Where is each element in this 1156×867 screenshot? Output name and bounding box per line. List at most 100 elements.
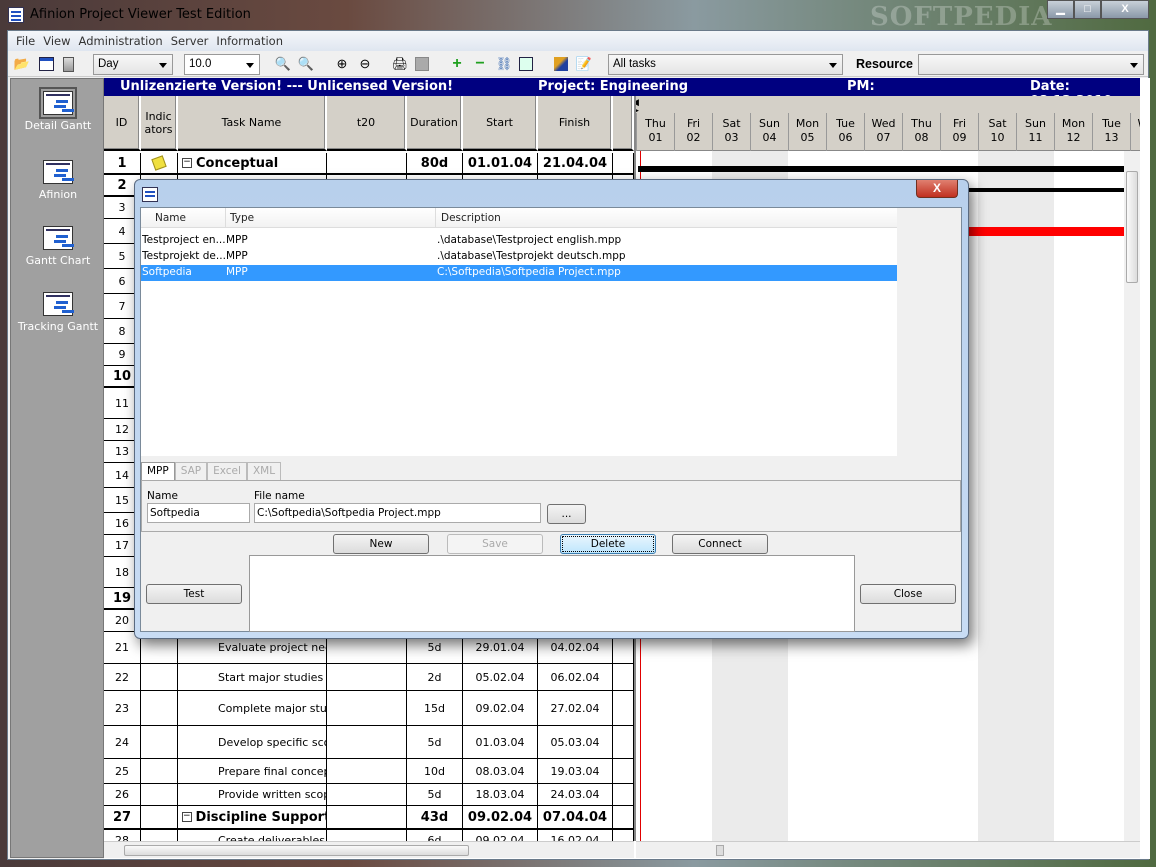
cell-name: Complete major studies	[178, 691, 327, 725]
zoom-in-time-icon[interactable]: ⊕	[333, 55, 351, 73]
test-button[interactable]: Test	[146, 584, 242, 604]
tab-xml[interactable]: XML	[246, 462, 282, 480]
cell-t20	[327, 664, 407, 690]
column-type[interactable]: Type	[230, 212, 254, 224]
timescale-dropdown[interactable]: Day	[93, 54, 173, 75]
cell-name: − Discipline Support	[178, 806, 327, 828]
browse-button[interactable]: ...	[547, 504, 586, 524]
table-row[interactable]: 26 Provide written scope i 5d18.03.0424.03…	[104, 784, 634, 806]
project-list-header: Name Type Description	[141, 208, 897, 228]
name-label: Name	[147, 490, 178, 502]
table-row[interactable]: 23 Complete major studies 15d09.02.0427.02…	[104, 691, 634, 726]
open-folder-icon[interactable]: 📂	[13, 55, 31, 73]
task-filter-dropdown[interactable]: All tasks	[608, 54, 843, 75]
table-row[interactable]: 27 − Discipline Support 43d 09.02.04 07.04.04	[104, 806, 634, 830]
database-icon[interactable]	[59, 55, 77, 73]
cell-t20	[327, 691, 407, 725]
save-button[interactable]: Save	[447, 534, 543, 554]
remove-icon[interactable]: −	[471, 55, 489, 73]
gantt-critical-task-bar[interactable]	[966, 227, 1128, 236]
add-icon[interactable]: +	[448, 55, 466, 73]
name-input[interactable]: Softpedia	[147, 503, 250, 523]
column-header-start[interactable]: Start	[463, 96, 538, 151]
timescale-day: Thu 01	[636, 113, 674, 151]
tab-sap[interactable]: SAP	[174, 462, 208, 480]
timescale-scroll-arrows[interactable]: ◀▶	[636, 98, 639, 115]
column-header-finish[interactable]: Finish	[538, 96, 613, 151]
column-header-id[interactable]: ID	[104, 96, 141, 151]
cell-x	[613, 691, 634, 725]
menu-file[interactable]: File	[12, 31, 39, 51]
link-icon[interactable]: ⛓	[495, 55, 513, 73]
zoom-out-icon[interactable]: 🔍	[297, 55, 315, 73]
connect-button[interactable]: Connect	[672, 534, 768, 554]
connection-log-output[interactable]	[249, 555, 855, 632]
column-name[interactable]: Name	[155, 212, 186, 224]
zoom-value-dropdown[interactable]: 10.0	[184, 54, 260, 75]
gantt-summary-bar[interactable]	[638, 166, 1128, 172]
collapse-icon[interactable]: −	[182, 812, 192, 822]
cell-ind	[141, 153, 178, 173]
project-view-icon[interactable]	[37, 55, 55, 73]
table-row[interactable]: 1 − Conceptual 80d 01.01.04 21.04.04	[104, 153, 634, 175]
gantt-view-icon	[39, 87, 77, 119]
clock-icon[interactable]	[413, 55, 431, 73]
table-row[interactable]: 28 Create deliverables list 6d09.02.0416.0…	[104, 830, 634, 841]
sidebar-item-gantt-chart[interactable]: Gantt Chart	[11, 226, 105, 267]
delete-button[interactable]: Delete	[560, 534, 656, 554]
column-header-indic-ators[interactable]: Indic ators	[141, 96, 178, 151]
notes-icon[interactable]: 📝	[575, 55, 593, 73]
menu-administration[interactable]: Administration	[75, 31, 167, 51]
column-header-task-name[interactable]: Task Name	[178, 96, 327, 151]
cell-duration: 5d	[407, 726, 463, 758]
gantt-horizontal-scrollbar[interactable]	[636, 841, 1140, 858]
print-icon[interactable]: 🖨	[391, 55, 409, 73]
cell-id: 23	[104, 691, 141, 725]
minimize-button[interactable]: ▁	[1047, 0, 1074, 19]
cell-start: 01.03.04	[463, 726, 538, 758]
sidebar-item-detail-gantt[interactable]: Detail Gantt	[11, 87, 105, 132]
cell-finish: 16.02.04	[538, 830, 613, 841]
file-name-input[interactable]: C:\Softpedia\Softpedia Project.mpp	[254, 503, 541, 523]
column-header-t20[interactable]: t20	[327, 96, 407, 151]
tab-mpp[interactable]: MPP	[141, 462, 175, 480]
menu-view[interactable]: View	[39, 31, 74, 51]
grid-horizontal-scrollbar[interactable]	[104, 841, 634, 858]
project-list-row-selected[interactable]: Softpedia MPP C:\Softpedia\Softpedia Pro…	[141, 265, 897, 281]
gantt-vertical-scrollbar[interactable]	[1124, 151, 1140, 841]
dialog-icon	[142, 187, 158, 202]
project-list-row[interactable]: Testproject en... MPP .\database\Testpro…	[141, 233, 897, 249]
project-name: Project: Engineering	[538, 79, 689, 94]
toolbar: 📂 Day 10.0 🔍 🔍 ⊕ ⊖ 🖨 + − ⛓ 📝 All tasks R…	[8, 51, 1148, 77]
column-description[interactable]: Description	[441, 212, 501, 224]
tab-excel[interactable]: Excel	[207, 462, 247, 480]
zoom-in-icon[interactable]: 🔍	[274, 55, 292, 73]
cell-x	[613, 153, 634, 173]
timescale-day: Sun 11	[1016, 113, 1054, 151]
preview-icon[interactable]	[517, 55, 535, 73]
cell-ind	[141, 726, 178, 758]
table-row[interactable]: 22 Start major studies 2d 05.02.04 06.02.04	[104, 664, 634, 691]
close-window-button[interactable]: X	[1101, 0, 1149, 19]
dialog-close-button[interactable]: X	[916, 180, 958, 198]
table-row[interactable]: 24 Develop specific scope 5d01.03.0405.03.…	[104, 726, 634, 759]
maximize-button[interactable]: □	[1074, 0, 1101, 19]
cell-start: 08.03.04	[463, 759, 538, 783]
column-header-extra[interactable]	[613, 96, 634, 151]
note-indicator-icon[interactable]	[151, 155, 167, 171]
sidebar-item-afinion[interactable]: Afinion	[11, 160, 105, 201]
new-button[interactable]: New	[333, 534, 429, 554]
sidebar-item-tracking-gantt[interactable]: Tracking Gantt	[11, 292, 105, 333]
menu-information[interactable]: Information	[212, 31, 287, 51]
cell-duration: 6d	[407, 830, 463, 841]
zoom-out-time-icon[interactable]: ⊖	[356, 55, 374, 73]
close-button[interactable]: Close	[860, 584, 956, 604]
cell-t20	[327, 784, 407, 805]
project-list-row[interactable]: Testprojekt de... MPP .\database\Testpro…	[141, 249, 897, 265]
resource-dropdown[interactable]	[918, 54, 1144, 75]
menu-server[interactable]: Server	[167, 31, 213, 51]
collapse-icon[interactable]: −	[182, 158, 192, 168]
column-header-duration[interactable]: Duration	[407, 96, 463, 151]
chart-icon[interactable]	[552, 55, 570, 73]
table-row[interactable]: 25 Prepare final conceptual 10d08.03.0419.…	[104, 759, 634, 784]
